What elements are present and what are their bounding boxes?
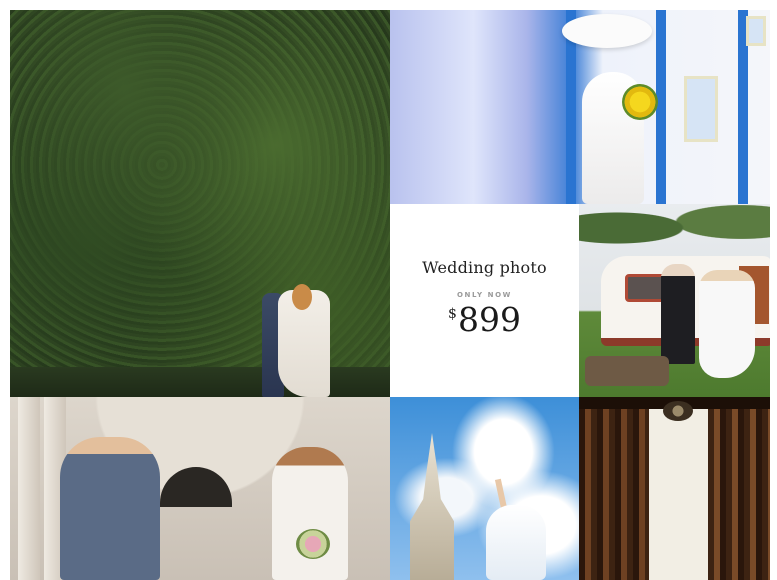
photo-window-curtains[interactable]: [579, 397, 770, 580]
bride-hat: [562, 14, 652, 48]
bouquet: [296, 529, 330, 559]
price: $ 899: [448, 303, 521, 336]
groom-figure: [661, 264, 695, 364]
palace-window: [746, 16, 766, 46]
tree-stump: [585, 356, 669, 386]
price-card[interactable]: Wedding photo ONLY NOW $ 899: [390, 204, 579, 397]
photo-grid: Wedding photo ONLY NOW $ 899: [10, 10, 770, 580]
bride-figure: [699, 270, 755, 378]
photo-palace-bride[interactable]: [390, 10, 770, 204]
photo-arch-couple[interactable]: [10, 397, 390, 580]
photo-sky-bride[interactable]: [390, 397, 579, 580]
archway: [160, 467, 232, 507]
price-currency: $: [448, 305, 457, 322]
photo-caravan-couple[interactable]: [579, 204, 770, 397]
cathedral-spire: [410, 433, 454, 580]
groom-figure: [60, 437, 160, 580]
pillar: [18, 397, 40, 580]
price-amount: 899: [457, 299, 521, 339]
bride-figure: [486, 505, 546, 580]
bride-figure: [272, 447, 348, 580]
card-subtitle: ONLY NOW: [456, 290, 512, 299]
curtain-left: [579, 397, 649, 580]
trees: [579, 204, 770, 264]
curtain-right: [708, 397, 770, 580]
palace-window: [684, 76, 718, 142]
bride-hair: [292, 284, 312, 310]
palace-column: [656, 10, 666, 204]
card-title: Wedding photo: [422, 257, 547, 277]
photo-hedge-couple[interactable]: [10, 10, 390, 397]
bouquet: [622, 84, 658, 120]
grass: [10, 367, 390, 397]
chandelier: [663, 401, 693, 421]
